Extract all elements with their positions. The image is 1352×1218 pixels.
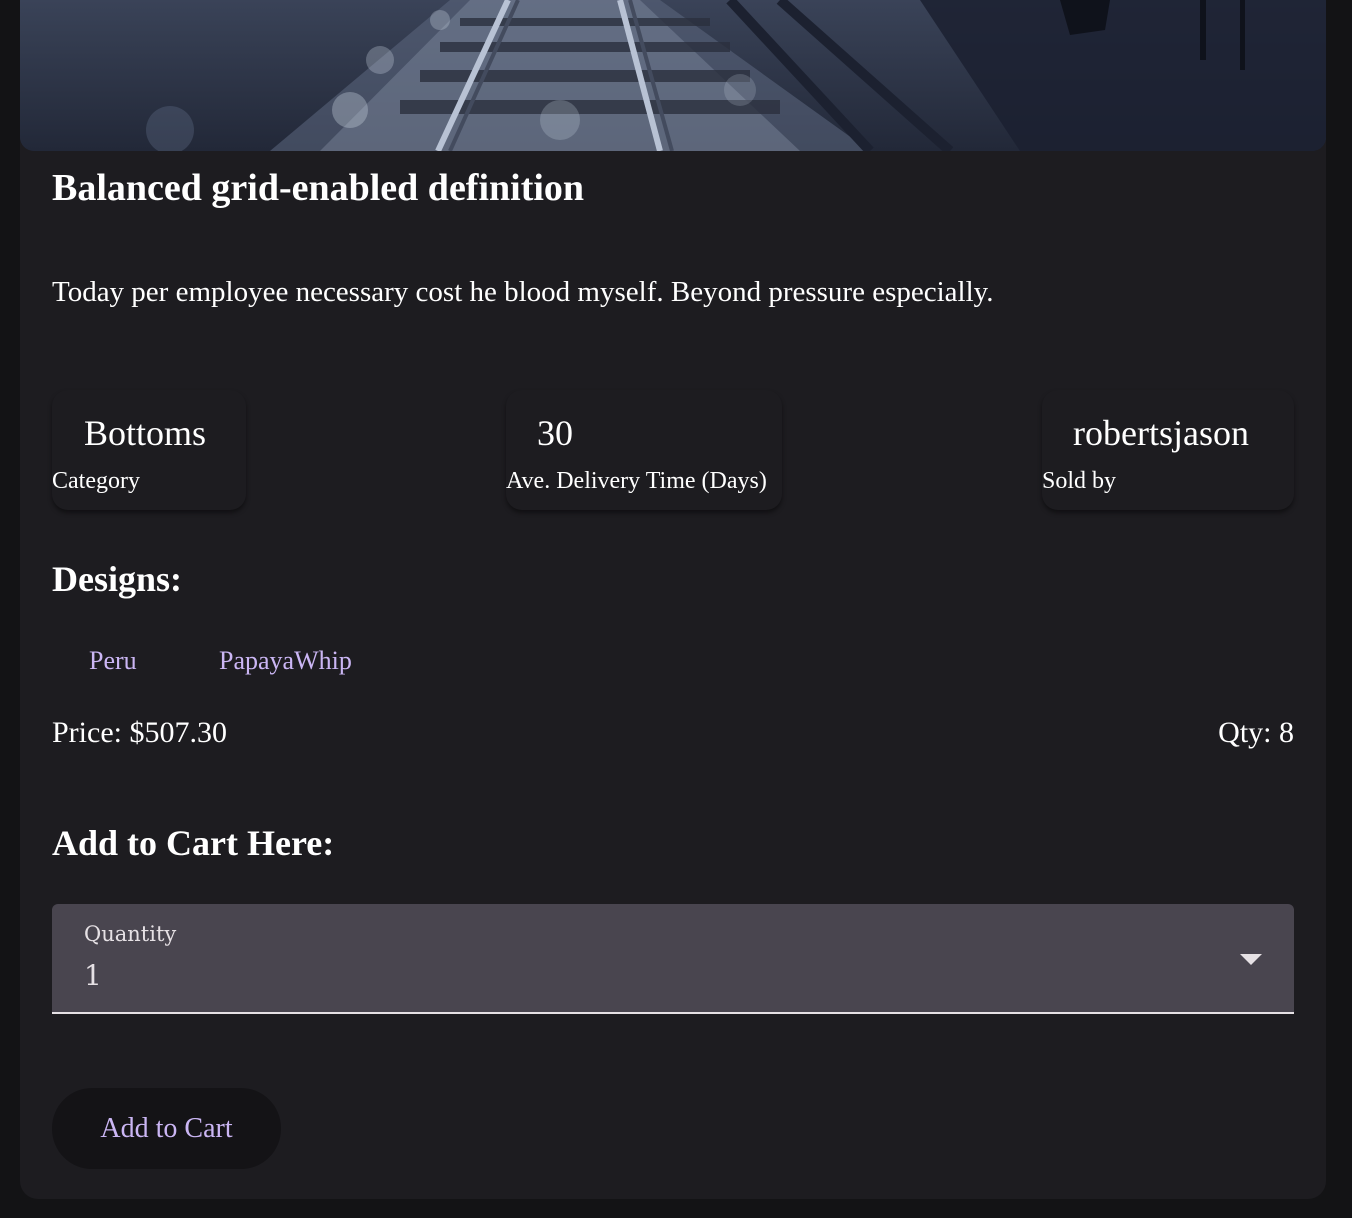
stat-delivery-label: Ave. Delivery Time (Days) bbox=[506, 468, 767, 494]
stat-seller: robertsjason Sold by bbox=[1042, 390, 1294, 510]
product-title: Balanced grid-enabled definition bbox=[52, 167, 585, 209]
add-to-cart-button[interactable]: Add to Cart bbox=[52, 1088, 281, 1169]
price-text: Price: $507.30 bbox=[52, 716, 227, 749]
design-chip-papayawhip[interactable]: PapayaWhip bbox=[211, 642, 360, 680]
stat-seller-value: robertsjason bbox=[1073, 413, 1249, 453]
product-description: Today per employee necessary cost he blo… bbox=[52, 276, 994, 308]
available-qty-text: Qty: 8 bbox=[1218, 716, 1294, 749]
stat-delivery-value: 30 bbox=[537, 413, 573, 453]
stat-category-label: Category bbox=[52, 468, 140, 494]
stat-category-value: Bottoms bbox=[84, 413, 207, 453]
stat-category: Bottoms Category bbox=[52, 390, 246, 510]
add-to-cart-heading: Add to Cart Here: bbox=[52, 823, 335, 863]
quantity-select-value: 1 bbox=[84, 959, 102, 992]
stat-delivery: 30 Ave. Delivery Time (Days) bbox=[506, 390, 782, 510]
chevron-down-icon[interactable] bbox=[1240, 954, 1262, 965]
designs-heading: Designs: bbox=[52, 559, 183, 599]
railway-track-image bbox=[20, 0, 1326, 151]
product-card: Balanced grid-enabled definition Today p… bbox=[20, 0, 1326, 1199]
product-image bbox=[20, 0, 1326, 151]
stat-seller-label: Sold by bbox=[1042, 468, 1117, 494]
quantity-select[interactable]: Quantity 1 bbox=[52, 904, 1294, 1014]
design-chip-peru[interactable]: Peru bbox=[81, 642, 145, 680]
quantity-select-label: Quantity bbox=[84, 922, 177, 946]
